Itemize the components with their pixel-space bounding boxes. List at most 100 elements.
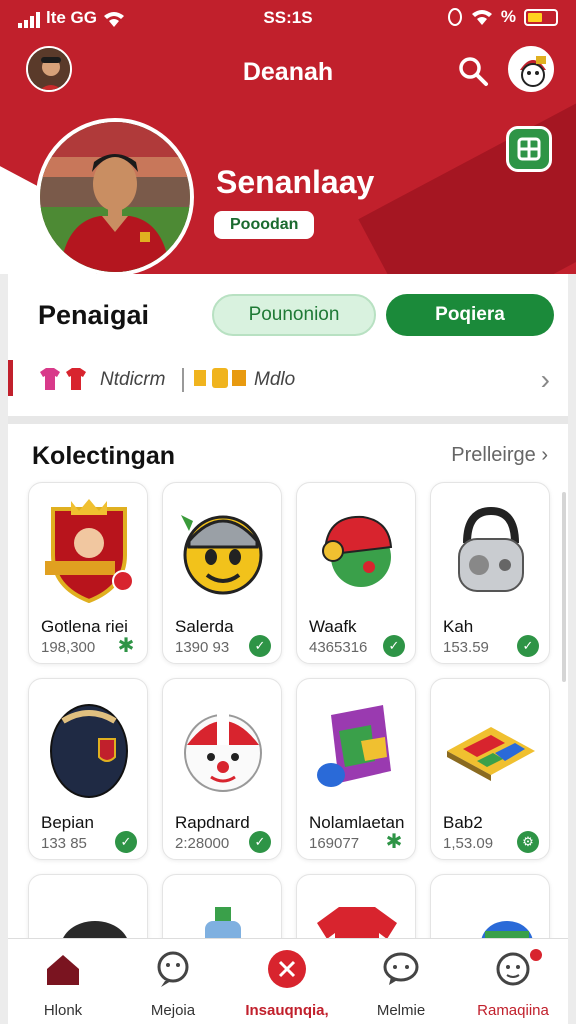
status-indicators: % [447, 7, 558, 27]
check-icon: ✓ [249, 831, 271, 853]
face-icon [496, 952, 530, 986]
section-divider [8, 416, 568, 424]
card-name: Bab2 [443, 813, 483, 832]
color-board-icon [447, 727, 535, 781]
nav-item-active[interactable]: Insauqnqia, [232, 949, 342, 1019]
nav-label: Hlonk [43, 1002, 83, 1019]
section-title: Penaigai [38, 300, 150, 330]
clown-helmet-icon [184, 709, 262, 792]
card-price: 1390 93 [175, 639, 230, 656]
card-price: 1,53.09 [443, 835, 494, 852]
blue-bottle-icon [205, 907, 241, 938]
card-price: 2:28000 [175, 835, 230, 852]
player-photo [40, 122, 190, 272]
notification-badge [528, 947, 544, 963]
accent-bar [8, 360, 13, 396]
card-price: 133 85 [41, 835, 87, 852]
collection-card[interactable] [162, 874, 282, 938]
check-icon: ✓ [517, 635, 539, 657]
qr-code-icon [517, 137, 541, 161]
battery-percent-label: % [500, 7, 516, 26]
card-price: 153.59 [443, 639, 489, 656]
info-left-text: Ntdicrm [100, 369, 166, 390]
yellow-mascot-icon [181, 515, 263, 595]
collection-card[interactable]: Salerda 1390 93 ✓ [162, 482, 282, 664]
home-icon [47, 955, 79, 985]
card-name: Bepian [41, 813, 94, 832]
star-check-icon: ✱ [117, 635, 135, 657]
card-price: 169077 [309, 835, 360, 852]
card-price: 4365316 [309, 639, 368, 656]
card-name: Nolamlaetan [309, 813, 405, 832]
scrollbar[interactable] [562, 492, 566, 682]
collection-card[interactable]: Nolamlaetan 169077 ✱ [296, 678, 416, 860]
collection-title: Kolectingan [32, 442, 176, 470]
status-bar: lte GG SS:1S % [0, 0, 576, 36]
collection-see-all-link[interactable]: Prelleirge › [451, 444, 548, 467]
collection-card[interactable]: Bepian 133 85 ✓ [28, 678, 148, 860]
card-name: Salerda [175, 617, 234, 636]
nav-item-profile[interactable]: Ramaqiina [458, 947, 568, 1019]
collection-card[interactable]: Bab2 1,53.09 ⚙ [430, 678, 550, 860]
nav-label: Melmie [376, 1002, 426, 1019]
trophy-icon [194, 368, 246, 388]
close-circle-icon [268, 950, 306, 988]
card-name: Gotlena riei [41, 617, 128, 636]
header-decoration [358, 97, 576, 274]
jersey-icon [40, 368, 86, 390]
chevron-right-icon: › [541, 444, 548, 466]
secondary-action-button[interactable]: Pounonion [212, 294, 376, 336]
see-all-label: Prelleirge [451, 444, 536, 466]
gear-check-icon: ⚙ [517, 831, 539, 853]
collection-card[interactable] [430, 874, 550, 938]
check-icon: ✓ [249, 635, 271, 657]
blue-ball-icon [481, 921, 533, 938]
chat-icon [157, 951, 189, 987]
info-row[interactable]: Ntdicrm Mdlo › [8, 358, 568, 402]
nav-item-home[interactable]: Hlonk [8, 949, 118, 1019]
primary-action-button[interactable]: Poqiera [386, 294, 554, 336]
nav-label: Ramaqiina [477, 1002, 549, 1019]
purple-box-icon [317, 705, 391, 787]
collection-card[interactable]: Waafk 4365316 ✓ [296, 482, 416, 664]
card-name: Rapdnard [175, 813, 250, 832]
puzzle-check-icon: ✓ [383, 635, 405, 657]
red-helmet-icon [322, 515, 393, 587]
mascot-avatar-button[interactable] [508, 46, 554, 92]
card-name: Waafk [309, 617, 357, 636]
profile-photo [36, 118, 194, 274]
collection-card[interactable]: Rapdnard 2:28000 ✓ [162, 678, 282, 860]
chevron-right-icon[interactable]: › [541, 364, 550, 396]
profile-name: Senanlaay [216, 164, 375, 200]
app-bar: Deanah [0, 40, 576, 106]
card-name: Kah [443, 617, 474, 636]
main-content: Penaigai Pounonion Poqiera Ntdicrm Mdlo … [8, 274, 568, 938]
gray-bag-icon [458, 506, 524, 592]
profile-tag[interactable]: Pooodan [214, 211, 315, 239]
check-icon: ✓ [115, 831, 137, 853]
crest-badge-icon [45, 499, 134, 603]
collection-card[interactable] [296, 874, 416, 938]
divider [182, 368, 184, 392]
message-icon [383, 952, 419, 985]
collection-card[interactable] [28, 874, 148, 938]
nav-label: Mejoia [150, 1002, 196, 1019]
collection-card[interactable]: Gotlena riei 198,300 ✱ [28, 482, 148, 664]
alarm-icon [447, 8, 462, 26]
star-check-icon: ✱ [385, 831, 403, 853]
bottom-nav: Hlonk Mejoia Insauqnqia, Melmie Ramaqiin… [8, 938, 568, 1024]
info-right-text: Mdlo [254, 369, 296, 390]
nav-item-messages[interactable]: Melmie [346, 949, 456, 1019]
card-price: 198,300 [41, 639, 96, 656]
rugby-ball-icon [50, 704, 128, 798]
nav-item-media[interactable]: Mejoia [118, 949, 228, 1019]
battery-icon [524, 8, 558, 26]
wifi-icon [471, 10, 492, 25]
black-ball-icon [63, 921, 127, 938]
nav-label: Insauqnqia, [245, 1002, 329, 1019]
profile-header: lte GG SS:1S % Deanah Senanlaay Pooodan [0, 0, 576, 274]
search-icon[interactable] [456, 54, 490, 88]
red-jersey-icon [317, 907, 397, 938]
qr-code-button[interactable] [506, 126, 552, 172]
collection-card[interactable]: Kah 153.59 ✓ [430, 482, 550, 664]
